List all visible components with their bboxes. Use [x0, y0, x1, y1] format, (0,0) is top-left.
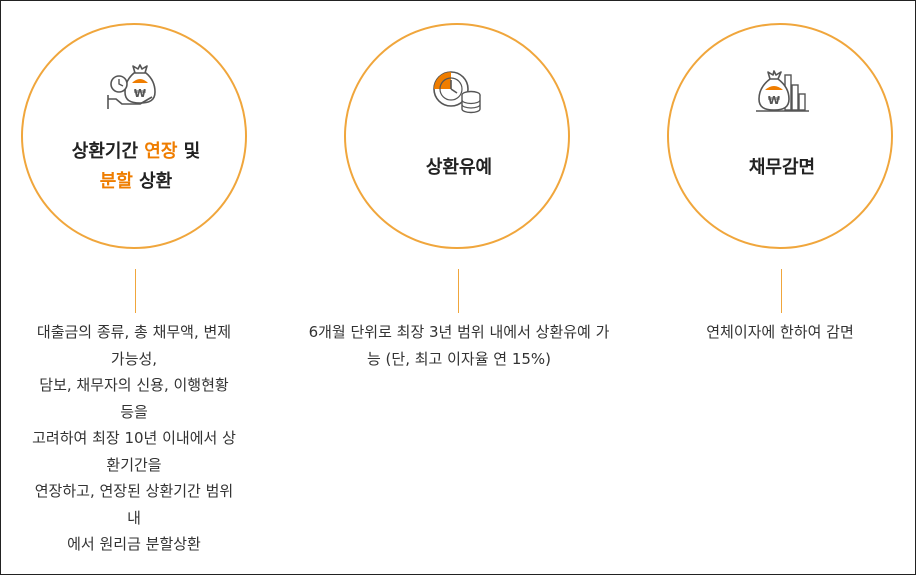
description-line: 내: [127, 508, 141, 527]
service-circle: ₩ 채무감면: [667, 23, 893, 249]
service-circle: 상환유예: [344, 23, 570, 249]
title-highlight-extension: 연장: [144, 141, 178, 162]
money-bag-clock-hand-icon: ₩: [107, 64, 156, 109]
item-description: 연체이자에 한하여 감면: [647, 319, 913, 346]
title-highlight-division: 분할: [99, 171, 133, 192]
clock-coins-icon: [433, 71, 481, 114]
item-title: 상환유예: [425, 157, 493, 178]
item-title: 채무감면: [748, 157, 816, 178]
title-text: 및: [177, 141, 201, 162]
description-line: 에서 원리금 분할상환: [67, 535, 201, 553]
description-line: 연체이자에 한하여 감면: [706, 323, 854, 341]
item-description: 대출금의 종류, 총 채무액, 변제 가능성, 담보, 채무자의 신용, 이행현…: [16, 319, 252, 558]
description-line: 등을: [120, 402, 148, 421]
money-bag-bar-chart-icon: ₩: [756, 70, 809, 112]
description-line: 환기간을: [106, 455, 162, 474]
item-title: 상환기간 연장 및 분할 상환: [23, 137, 249, 197]
title-text: 상환기간: [71, 141, 145, 162]
connector-line: [781, 269, 782, 313]
content-frame: ₩ 상환기간 연장 및 분할 상환 대출금의 종류, 총 채무액, 변제 가능성…: [0, 0, 916, 575]
item-description: 6개월 단위로 최장 3년 범위 내에서 상환유예 가 능 (단, 최고 이자율…: [289, 319, 629, 372]
title-text: 상환: [132, 171, 173, 192]
service-circle: ₩ 상환기간 연장 및 분할 상환: [21, 23, 247, 249]
description-line: 6개월 단위로 최장 3년 범위 내에서 상환유예 가: [308, 323, 610, 341]
svg-text:₩: ₩: [768, 94, 780, 107]
connector-line: [458, 269, 459, 313]
svg-text:₩: ₩: [134, 87, 146, 100]
description-line: 연장하고, 연장된 상환기간 범위: [34, 482, 234, 500]
description-line: 고려하여 최장 10년 이내에서 상: [32, 429, 236, 447]
description-line: 가능성,: [110, 349, 158, 368]
description-line: 대출금의 종류, 총 채무액, 변제: [36, 323, 232, 341]
connector-line: [135, 269, 136, 313]
description-line: 담보, 채무자의 신용, 이행현황: [39, 376, 229, 394]
description-line: 능 (단, 최고 이자율 연 15%): [366, 349, 552, 368]
